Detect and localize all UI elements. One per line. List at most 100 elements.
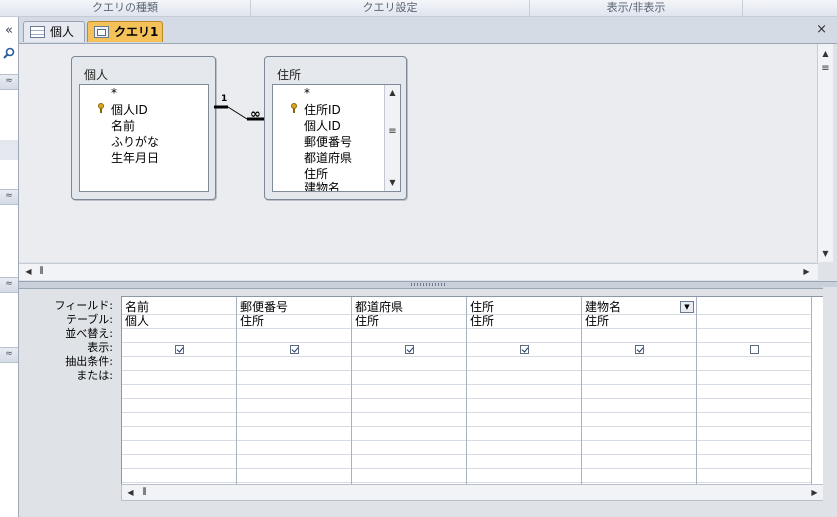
show-cell[interactable] xyxy=(237,343,351,357)
or-cell[interactable] xyxy=(122,371,236,385)
field-item[interactable]: 名前 xyxy=(111,117,135,134)
criteria-cell[interactable] xyxy=(352,357,466,371)
table-box-jusho[interactable]: 住所 * 住所ID 個人ID 郵便番号 都道府県 住所 建物名 ▲ ≡ ▼ xyxy=(264,56,407,200)
or-cell[interactable] xyxy=(122,427,236,441)
or-cell[interactable] xyxy=(467,385,581,399)
or-cell[interactable] xyxy=(237,469,351,483)
grid-column[interactable]: 住所 住所 xyxy=(467,297,582,484)
grid-column[interactable]: ▼ 建物名 住所 xyxy=(582,297,697,484)
field-cell[interactable]: 郵便番号 xyxy=(237,301,351,315)
or-cell[interactable] xyxy=(352,371,466,385)
sort-cell[interactable] xyxy=(467,329,581,343)
or-cell[interactable] xyxy=(237,371,351,385)
field-item[interactable]: * xyxy=(111,86,117,100)
or-cell[interactable] xyxy=(582,371,696,385)
design-horizontal-scrollbar[interactable]: ◀ ⫴ ▶ xyxy=(19,263,818,280)
field-item[interactable]: 建物名 xyxy=(304,179,340,191)
field-item[interactable]: 住所ID xyxy=(304,101,341,118)
nav-group-header[interactable]: ≈ xyxy=(0,74,18,90)
or-cell[interactable] xyxy=(582,427,696,441)
scroll-thumb-icon[interactable]: ≡ xyxy=(386,125,399,138)
or-cell[interactable] xyxy=(122,399,236,413)
or-cell[interactable] xyxy=(582,441,696,455)
query-design-area[interactable]: 個人 * 個人ID 名前 ふりがな 生年月日 住所 * 住所ID 個人ID 郵便… xyxy=(19,44,818,262)
design-vertical-scrollbar[interactable]: ▲ ≡ ▼ xyxy=(817,44,833,262)
table-cell[interactable]: 個人 xyxy=(122,315,236,329)
or-cell[interactable] xyxy=(697,441,811,455)
or-cell[interactable] xyxy=(352,427,466,441)
tab-kojin[interactable]: 個人 xyxy=(23,21,85,42)
show-checkbox[interactable] xyxy=(635,345,644,354)
or-cell[interactable] xyxy=(582,399,696,413)
scroll-left-icon[interactable]: ◀ xyxy=(22,265,35,278)
show-cell[interactable] xyxy=(122,343,236,357)
or-cell[interactable] xyxy=(122,413,236,427)
table-cell[interactable]: 住所 xyxy=(582,315,696,329)
or-cell[interactable] xyxy=(467,371,581,385)
criteria-cell[interactable] xyxy=(697,357,811,371)
grid-column[interactable]: 名前 個人 xyxy=(122,297,237,484)
or-cell[interactable] xyxy=(697,385,811,399)
or-cell[interactable] xyxy=(697,469,811,483)
field-item[interactable]: 個人ID xyxy=(304,117,341,134)
or-cell[interactable] xyxy=(352,413,466,427)
or-cell[interactable] xyxy=(352,441,466,455)
field-cell[interactable]: 都道府県 xyxy=(352,301,466,315)
tab-query1[interactable]: クエリ1 xyxy=(87,21,163,42)
table-cell[interactable]: 住所 xyxy=(467,315,581,329)
sort-cell[interactable] xyxy=(582,329,696,343)
or-cell[interactable] xyxy=(352,399,466,413)
field-cell[interactable]: 住所 xyxy=(467,301,581,315)
field-cell[interactable]: 建物名 xyxy=(582,301,696,315)
or-cell[interactable] xyxy=(122,455,236,469)
nav-group-header[interactable]: ≈ xyxy=(0,277,18,293)
field-cell[interactable] xyxy=(697,301,811,315)
or-cell[interactable] xyxy=(122,441,236,455)
or-cell[interactable] xyxy=(237,413,351,427)
or-cell[interactable] xyxy=(237,385,351,399)
sort-cell[interactable] xyxy=(237,329,351,343)
grid-column[interactable]: 都道府県 住所 xyxy=(352,297,467,484)
table-box-kojin[interactable]: 個人 * 個人ID 名前 ふりがな 生年月日 xyxy=(71,56,216,200)
or-cell[interactable] xyxy=(582,455,696,469)
or-cell[interactable] xyxy=(582,385,696,399)
show-checkbox[interactable] xyxy=(175,345,184,354)
pane-splitter[interactable] xyxy=(19,281,837,289)
splitter-grip-icon[interactable] xyxy=(411,283,445,286)
nav-selected-item[interactable] xyxy=(0,140,18,160)
or-cell[interactable] xyxy=(237,399,351,413)
scroll-left-icon[interactable]: ◀ xyxy=(124,486,137,499)
scroll-up-icon[interactable]: ▲ xyxy=(386,86,399,99)
sort-cell[interactable] xyxy=(697,329,811,343)
field-list[interactable]: * 個人ID 名前 ふりがな 生年月日 xyxy=(79,84,209,192)
field-item[interactable]: 個人ID xyxy=(111,101,148,118)
field-item[interactable]: ふりがな xyxy=(111,133,159,150)
or-cell[interactable] xyxy=(237,427,351,441)
or-cell[interactable] xyxy=(352,469,466,483)
design-grid[interactable]: 名前 個人 郵便番号 住所 都道府県 住所 住所 住所 ▼ 建物名 住所 xyxy=(121,296,825,485)
sort-cell[interactable] xyxy=(122,329,236,343)
field-item[interactable]: * xyxy=(304,86,310,100)
table-cell[interactable] xyxy=(697,315,811,329)
criteria-cell[interactable] xyxy=(122,357,236,371)
scroll-up-icon[interactable]: ▲ xyxy=(819,47,832,60)
field-list[interactable]: * 住所ID 個人ID 郵便番号 都道府県 住所 建物名 ▲ ≡ ▼ xyxy=(272,84,401,192)
show-cell[interactable] xyxy=(697,343,811,357)
criteria-cell[interactable] xyxy=(237,357,351,371)
or-cell[interactable] xyxy=(697,413,811,427)
field-item[interactable]: 都道府県 xyxy=(304,149,352,166)
scroll-thumb-icon[interactable]: ⫴ xyxy=(35,265,48,278)
show-checkbox[interactable] xyxy=(750,345,759,354)
or-cell[interactable] xyxy=(697,399,811,413)
or-cell[interactable] xyxy=(467,427,581,441)
grid-column[interactable] xyxy=(697,297,812,484)
show-checkbox[interactable] xyxy=(405,345,414,354)
or-cell[interactable] xyxy=(352,455,466,469)
grid-column[interactable]: 郵便番号 住所 xyxy=(237,297,352,484)
or-cell[interactable] xyxy=(352,385,466,399)
grid-horizontal-scrollbar[interactable]: ◀ ⫴ ▶ xyxy=(121,484,825,501)
or-cell[interactable] xyxy=(237,441,351,455)
close-icon[interactable]: × xyxy=(816,22,827,37)
search-icon[interactable] xyxy=(0,47,18,62)
or-cell[interactable] xyxy=(697,427,811,441)
